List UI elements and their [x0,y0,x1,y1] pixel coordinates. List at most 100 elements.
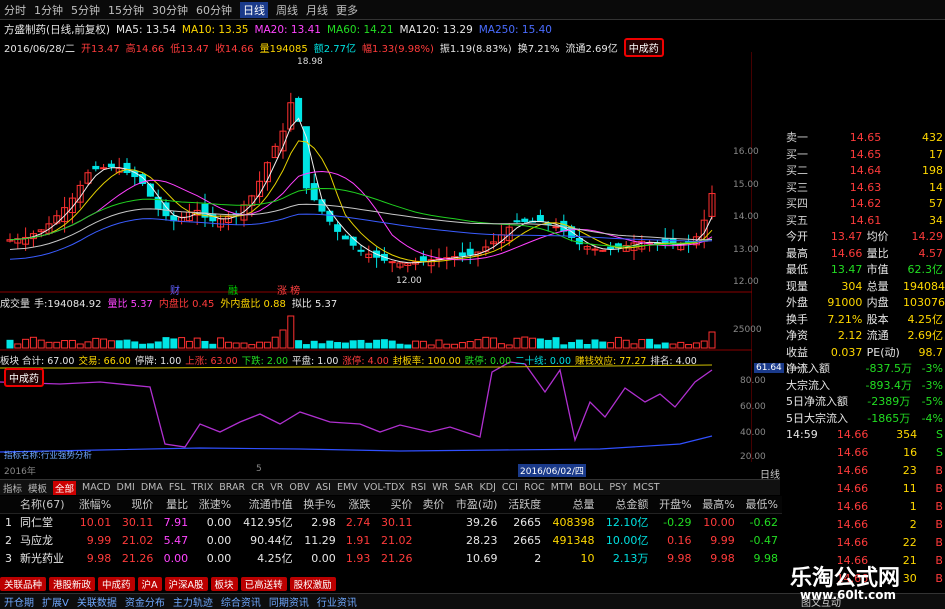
column-header[interactable]: 市盈(动) [448,496,502,514]
sector-tab[interactable]: 港股新政 [49,577,96,591]
period-tab[interactable]: 15分钟 [108,2,144,18]
tick-row: 14.66 1 B [786,499,945,517]
table-row[interactable]: 1 同仁堂 10.01 30.11 7.91 0.00 412.95亿 2.98 2.74 30.… [0,513,782,531]
sector-tab[interactable]: 已高送转 [240,577,287,591]
status-item[interactable]: 扩展V [42,594,69,609]
period-tab[interactable]: 60分钟 [196,2,232,18]
status-item[interactable]: 行业资讯 [317,594,357,609]
status-item[interactable]: 主力轨迹 [173,594,213,609]
column-header[interactable] [0,496,16,514]
indicator-tab[interactable]: SAR [454,482,473,493]
indicator-tab[interactable]: TRIX [192,482,214,493]
column-header[interactable]: 涨跌 [339,496,375,514]
period-tab[interactable]: 1分钟 [34,2,63,18]
sector-tab[interactable]: 沪深A股 [164,577,208,591]
sector-tab[interactable]: 中成药 [98,577,135,591]
kline-chart[interactable] [0,52,752,462]
volume-bar [427,344,435,349]
tick-side: S [935,428,943,441]
indicator-tab[interactable]: MCST [633,482,660,493]
stat-cell: 13.47 [830,230,863,243]
column-header[interactable]: 开盘% [652,496,696,514]
indicator-tab[interactable]: FSL [169,482,186,493]
status-item[interactable]: 资金分布 [125,594,165,609]
table-row[interactable]: 3 新光药业 9.98 21.26 0.00 0.00 4.25亿 0.00 1.93 21.26… [0,549,782,567]
indicator-tab[interactable]: VOL-TDX [364,482,405,493]
indicator-tab[interactable]: 全部 [53,480,77,495]
period-tab[interactable]: 日线 [240,1,268,18]
column-header[interactable]: 名称(67) [16,496,73,514]
ma120-value: MA120: 13.29 [399,23,473,36]
indicator-tab[interactable]: ROC [524,482,545,493]
period-tab[interactable]: 30分钟 [152,2,188,18]
indicator-tab[interactable]: MACD [82,482,110,493]
indicator-tab[interactable]: CR [251,482,264,493]
indicator-tab[interactable]: 模板 [28,481,47,495]
column-header[interactable]: 最高% [695,496,739,514]
period-tab[interactable]: 周线 [276,2,298,18]
column-header[interactable]: 最低% [738,496,782,514]
indicator-tab[interactable]: PSY [609,482,627,493]
period-tab[interactable]: 分时 [4,2,26,18]
flow-pct: -3% [921,378,943,392]
inner-ratio: 内盘比 0.45 [158,299,215,310]
status-item[interactable]: 开仓期 [4,594,34,609]
indicator-tab[interactable]: KDJ [480,482,496,493]
indicator-tab[interactable]: DMI [117,482,135,493]
status-item[interactable]: 综合资讯 [221,594,261,609]
indicator-tab[interactable]: MTM [551,482,573,493]
stat-cell: 流通 [866,329,889,342]
volume-bar [568,342,576,349]
column-header[interactable]: 总金额 [598,496,653,514]
candle-body [591,248,599,251]
table-cell: 0.00 [206,533,232,547]
column-header[interactable]: 总量 [545,496,599,514]
column-header[interactable]: 活跃度 [501,496,546,514]
order-book-label: 买一 [786,147,808,161]
low-label: 12.00 [396,276,422,286]
column-header[interactable]: 流通市值 [235,496,297,514]
indicator-tab[interactable]: BOLL [579,482,603,493]
indicator-tab[interactable]: CCI [502,482,518,493]
candle-body [521,218,529,223]
indicator-sector-tag[interactable]: 中成药 [4,368,44,387]
indicator-tab[interactable]: VR [270,482,283,493]
table-cell: 2665 [513,515,542,529]
volume-bar [692,342,700,349]
candle-body [92,165,100,170]
sector-tab[interactable]: 板块 [210,577,238,591]
indicator-tab[interactable]: ASI [316,482,331,493]
sector-tab[interactable]: 关联品种 [0,577,47,591]
status-item[interactable]: 关联数据 [77,594,117,609]
indicator-tab[interactable]: OBV [289,482,309,493]
indicator-tab[interactable]: 指标 [3,481,22,495]
flow-row: 5日大宗流入 -1865万 -4% [786,411,945,428]
column-header[interactable]: 量比 [157,496,193,514]
indicator-tab[interactable]: DMA [141,482,163,493]
indicator-tab[interactable]: RSI [411,482,426,493]
table-cell: 9.98 [86,551,112,565]
volume-bar [139,343,147,349]
period-tab[interactable]: 5分钟 [71,2,100,18]
table-cell: 9.99 [710,533,735,547]
column-header[interactable]: 涨速% [192,496,236,514]
tick-row: 14.66 22 B [786,535,945,553]
indicator-tab[interactable]: WR [432,482,448,493]
column-header[interactable]: 买价 [374,496,417,514]
column-header[interactable]: 涨幅% [72,496,116,514]
column-header[interactable]: 现价 [115,496,158,514]
period-tab[interactable]: 月线 [306,2,328,18]
status-item[interactable]: 同期资讯 [269,594,309,609]
column-header[interactable]: 卖价 [416,496,449,514]
tick-time [786,535,818,553]
indicator-tab[interactable]: BRAR [219,482,245,493]
tick-row: 14.66 2 B [786,517,945,535]
period-tab[interactable]: 更多 [336,2,358,18]
column-header[interactable]: 换手% [296,496,340,514]
volume-bar [154,341,162,349]
sector-tab[interactable]: 沪A [137,577,162,591]
sector-tab[interactable]: 股权激励 [289,577,336,591]
table-row[interactable]: 2 马应龙 9.99 21.02 5.47 0.00 90.44亿 11.29 1.91 21.0… [0,531,782,549]
table-cell: 2665 [513,533,542,547]
indicator-tab[interactable]: EMV [337,482,358,493]
